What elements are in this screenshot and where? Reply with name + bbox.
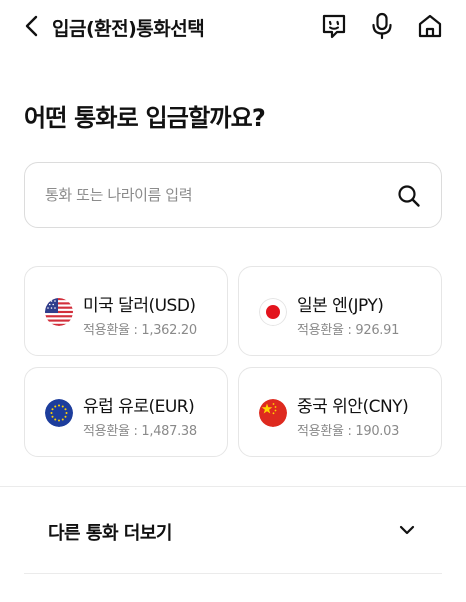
chatbot-face-icon	[322, 14, 346, 39]
search-input[interactable]	[45, 163, 375, 227]
currency-card-cny[interactable]: 중국 위안(CNY) 적용환율 : 190.03	[238, 367, 442, 457]
microphone-icon	[372, 12, 392, 40]
currency-rate: 적용환율 : 1,487.38	[83, 424, 197, 439]
us-flag-icon	[45, 298, 73, 326]
china-flag-icon	[259, 399, 287, 427]
home-icon	[418, 14, 442, 38]
currency-name: 유럽 유로(EUR)	[83, 397, 195, 417]
search-box	[24, 162, 442, 228]
chevron-down-icon	[396, 519, 418, 541]
currency-name: 중국 위안(CNY)	[297, 397, 409, 417]
search-button[interactable]	[395, 182, 423, 210]
more-currencies-button[interactable]: 다른 통화 더보기	[24, 487, 442, 573]
home-button[interactable]	[414, 10, 446, 42]
currency-card-eur[interactable]: 유럽 유로(EUR) 적용환율 : 1,487.38	[24, 367, 228, 457]
page-title: 어떤 통화로 입금할까요?	[24, 104, 266, 132]
currency-rate: 적용환율 : 1,362.20	[83, 323, 197, 338]
currency-name: 일본 엔(JPY)	[297, 296, 384, 316]
back-button[interactable]	[18, 12, 46, 40]
more-currencies-label: 다른 통화 더보기	[48, 523, 172, 544]
app-header: 입금(환전)통화선택	[0, 0, 466, 54]
currency-card-jpy[interactable]: 일본 엔(JPY) 적용환율 : 926.91	[238, 266, 442, 356]
header-title: 입금(환전)통화선택	[52, 18, 205, 40]
eu-flag-icon	[45, 399, 73, 427]
currency-card-usd[interactable]: 미국 달러(USD) 적용환율 : 1,362.20	[24, 266, 228, 356]
currency-rate: 적용환율 : 926.91	[297, 323, 400, 338]
section-divider	[24, 573, 442, 574]
japan-flag-icon	[259, 298, 287, 326]
currency-rate: 적용환율 : 190.03	[297, 424, 400, 439]
currency-name: 미국 달러(USD)	[83, 296, 196, 316]
chatbot-button[interactable]	[318, 10, 350, 42]
chevron-left-icon	[25, 15, 38, 37]
search-icon	[398, 185, 420, 207]
voice-search-button[interactable]	[366, 10, 398, 42]
